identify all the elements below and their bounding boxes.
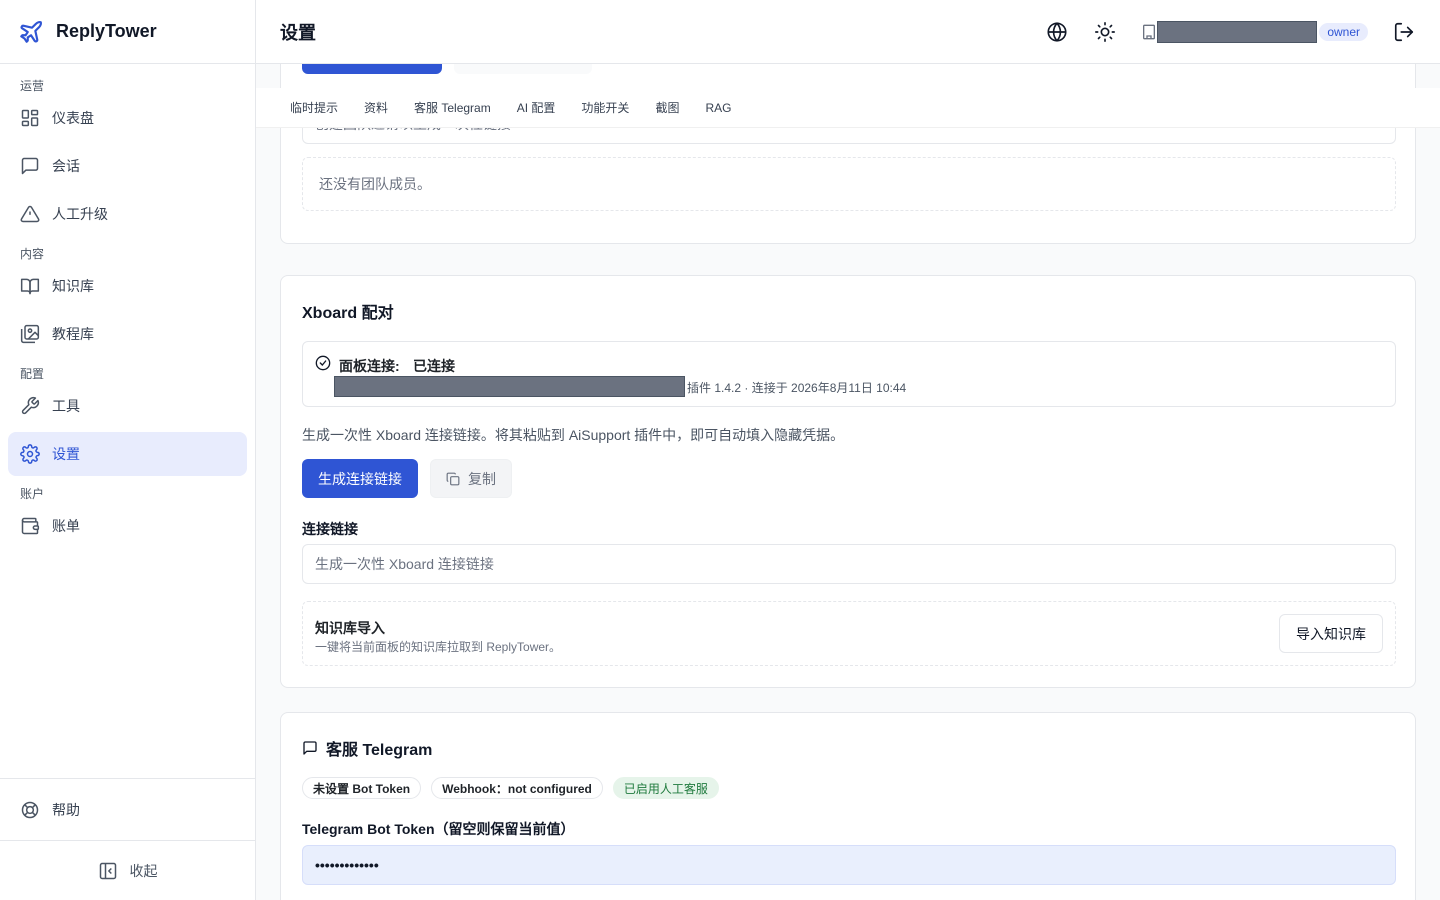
sidebar-item-label: 人工升级 — [52, 206, 108, 222]
tab-support-telegram[interactable]: 客服 Telegram — [414, 99, 491, 116]
sidebar-item-conversations[interactable]: 会话 — [8, 144, 247, 188]
settings-tabs: 临时提示 资料 客服 Telegram AI 配置 功能开关 截图 RAG — [256, 88, 1440, 128]
logout-icon[interactable] — [1392, 20, 1416, 44]
telegram-status-badges: 未设置 Bot Token Webhook：not configured 已启用… — [302, 777, 729, 799]
building-icon — [1141, 24, 1157, 40]
tab-ai-config[interactable]: AI 配置 — [517, 99, 556, 116]
sidebar-item-label: 会话 — [52, 158, 80, 174]
partial-primary-button[interactable] — [302, 64, 442, 74]
section-label-ops: 运营 — [20, 79, 45, 93]
partial-secondary-button[interactable] — [454, 64, 592, 74]
sidebar-item-label: 知识库 — [52, 278, 94, 294]
sidebar-item-label: 工具 — [52, 398, 80, 414]
copy-button[interactable]: 复制 — [430, 459, 512, 498]
telegram-card: 客服 Telegram 未设置 Bot Token Webhook：not co… — [280, 712, 1416, 900]
gallery-icon — [20, 324, 40, 344]
telegram-title: 客服 Telegram — [326, 742, 433, 759]
sidebar-item-label: 账单 — [52, 518, 80, 534]
sidebar-item-settings[interactable]: 设置 — [8, 432, 247, 476]
xboard-card: Xboard 配对 面板连接: 已连接 插件 1.4.2 · 连接于 2026年… — [280, 275, 1416, 688]
section-label-config: 配置 — [20, 367, 45, 381]
sidebar-item-billing[interactable]: 账单 — [8, 504, 247, 548]
wallet-icon — [20, 516, 40, 536]
tab-temp-hints[interactable]: 临时提示 — [290, 99, 338, 116]
sidebar-item-knowledge-base[interactable]: 知识库 — [8, 264, 247, 308]
bot-token-field[interactable]: ••••••••••••• — [302, 845, 1396, 885]
sidebar-item-tutorials[interactable]: 教程库 — [8, 312, 247, 356]
tab-rag[interactable]: RAG — [705, 101, 731, 115]
bot-token-label: Telegram Bot Token（留空则保留当前值） — [302, 821, 575, 837]
brand[interactable]: ReplyTower — [0, 0, 255, 64]
xboard-title: Xboard 配对 — [302, 305, 394, 322]
kb-import-box: 知识库导入 一键将当前面板的知识库拉取到 ReplyTower。 导入知识库 — [302, 601, 1396, 666]
wrench-icon — [20, 396, 40, 416]
redacted-org-name — [1157, 20, 1318, 43]
sidebar-item-label: 设置 — [52, 446, 80, 462]
help-label: 帮助 — [52, 801, 80, 818]
telegram-header: 客服 Telegram — [302, 736, 432, 760]
section-label-account: 账户 — [20, 487, 45, 501]
app-name: ReplyTower — [56, 21, 157, 41]
top-header: 设置 owner — [256, 0, 1440, 64]
sidebar-item-tools[interactable]: 工具 — [8, 384, 247, 428]
help-link[interactable]: 帮助 — [0, 778, 255, 840]
tab-profile[interactable]: 资料 — [364, 99, 388, 116]
import-kb-button[interactable]: 导入知识库 — [1279, 614, 1383, 653]
kb-import-description: 一键将当前面板的知识库拉取到 ReplyTower。 — [315, 640, 562, 654]
sidebar-item-label: 教程库 — [52, 326, 94, 342]
lifebuoy-icon — [20, 800, 40, 820]
book-icon — [20, 276, 40, 296]
tab-feature-flags[interactable]: 功能开关 — [581, 99, 629, 116]
team-members-empty: 还没有团队成员。 — [302, 157, 1396, 211]
role-badge: owner — [1319, 22, 1368, 41]
xboard-description: 生成一次性 Xboard 连接链接。将其粘贴到 AiSupport 插件中，即可… — [302, 427, 845, 443]
page-title: 设置 — [280, 22, 316, 43]
sun-icon[interactable] — [1093, 20, 1117, 44]
globe-icon[interactable] — [1045, 20, 1069, 44]
human-support-badge: 已启用人工客服 — [612, 777, 719, 799]
warning-icon — [20, 204, 40, 224]
webhook-badge: Webhook：not configured — [431, 777, 603, 799]
connection-status-label: 面板连接: — [339, 358, 400, 374]
org-switcher[interactable]: owner — [1141, 20, 1368, 43]
sidebar-nav: 运营 仪表盘 会话 人工升级 内容 知识库 教程库 配置 工具 设置 账户 账单 — [0, 64, 255, 548]
sidebar-item-escalation[interactable]: 人工升级 — [8, 192, 247, 236]
section-label-content: 内容 — [20, 247, 45, 261]
connection-status-value: 已连接 — [413, 358, 455, 374]
sidebar-item-dashboard[interactable]: 仪表盘 — [8, 96, 247, 140]
kb-import-title: 知识库导入 — [315, 620, 385, 636]
sidebar-item-label: 仪表盘 — [52, 110, 94, 126]
sidebar-footer: 帮助 收起 — [0, 778, 255, 900]
message-icon — [302, 740, 318, 756]
check-circle-icon — [315, 355, 331, 371]
chat-icon — [20, 156, 40, 176]
dashboard-icon — [20, 108, 40, 128]
tab-screenshots[interactable]: 截图 — [655, 99, 679, 116]
panel-left-icon — [98, 861, 118, 881]
bot-token-badge: 未设置 Bot Token — [302, 777, 422, 799]
generate-link-button[interactable]: 生成连接链接 — [302, 459, 418, 498]
plane-logo-icon — [18, 19, 44, 45]
sidebar: ReplyTower 运营 仪表盘 会话 人工升级 内容 知识库 教程库 配置 … — [0, 0, 256, 900]
connection-link-label: 连接链接 — [302, 521, 358, 537]
connection-status-box: 面板连接: 已连接 插件 1.4.2 · 连接于 2026年8月11日 10:4… — [302, 341, 1396, 407]
copy-icon — [446, 472, 460, 486]
gear-icon — [20, 444, 40, 464]
settings-content: 创建团队邀请以生成一次性链接 还没有团队成员。 Xboard 配对 面板连接: … — [256, 64, 1440, 900]
connection-meta: 插件 1.4.2 · 连接于 2026年8月11日 10:44 — [687, 381, 907, 395]
collapse-label: 收起 — [129, 862, 158, 879]
collapse-sidebar-button[interactable]: 收起 — [0, 840, 255, 900]
connection-link-field[interactable]: 生成一次性 Xboard 连接链接 — [302, 544, 1396, 584]
redacted-panel-url — [334, 376, 685, 397]
